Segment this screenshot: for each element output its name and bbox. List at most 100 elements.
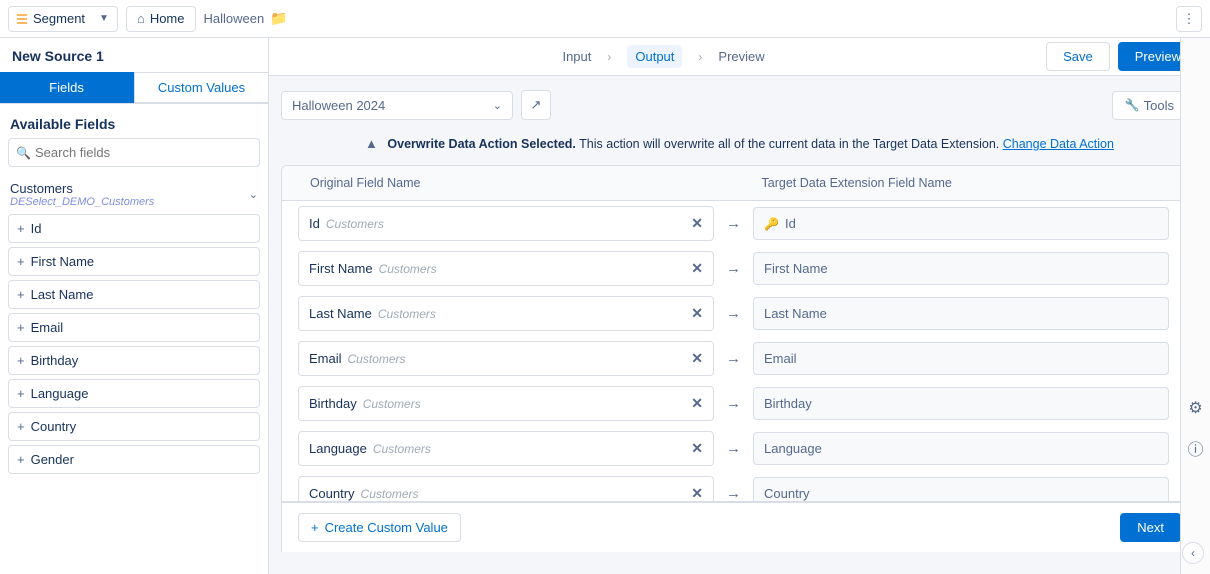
original-field-box[interactable]: IdCustomers✕ (298, 206, 714, 241)
table-row: BirthdayCustomers✕ → Birthday (282, 381, 1185, 426)
available-fields-header: Available Fields (0, 104, 268, 138)
info-icon[interactable]: ⓘ (1187, 436, 1203, 460)
field-item[interactable]: + Id (8, 214, 260, 243)
field-item[interactable]: + Last Name (8, 280, 260, 309)
more-menu-button[interactable]: ⋮ (1176, 6, 1202, 32)
table-row: Last NameCustomers✕→Last Name (282, 291, 1185, 336)
target-field-box[interactable]: 🔑Id (753, 207, 1169, 240)
field-item[interactable]: + Gender (8, 445, 260, 474)
original-field-box[interactable]: Last NameCustomers✕ (298, 296, 714, 331)
tab-fields[interactable]: Fields (0, 72, 134, 103)
plus-icon: + (17, 452, 25, 467)
field-item[interactable]: +First Name (8, 247, 260, 276)
field-label: Email (31, 320, 64, 335)
original-field-box[interactable]: First NameCustomers✕ (298, 251, 714, 286)
target-field-box[interactable]: First Name (753, 252, 1169, 285)
warning-icon: ▲ (365, 136, 378, 151)
field-source: Customers (373, 442, 431, 456)
target-field-name: Country (764, 486, 810, 501)
field-item[interactable]: + Email (8, 313, 260, 342)
chevron-right-icon: › (698, 50, 702, 64)
plus-icon: + (17, 221, 25, 236)
sidebar-tabs: Fields Custom Values (0, 72, 268, 104)
field-item[interactable]: + Birthday (8, 346, 260, 375)
create-custom-value-button[interactable]: + Create Custom Value (298, 513, 461, 542)
chevron-down-icon: ⌄ (249, 188, 258, 201)
folder-icon: 📁 (270, 10, 287, 27)
main-panel: Input › Output › Preview Save Preview Ha… (269, 38, 1210, 574)
field-list: +Id+First Name+Last Name+Email+Birthday+… (0, 208, 268, 484)
target-field-box[interactable]: Last Name (753, 297, 1169, 330)
original-field-box[interactable]: EmailCustomers✕ (298, 341, 714, 376)
arrow-right-icon: → (722, 485, 745, 501)
close-icon[interactable]: ✕ (691, 485, 703, 501)
tab-custom-values[interactable]: Custom Values (134, 72, 268, 103)
target-de-dropdown[interactable]: Halloween 2024 ⌄ (281, 91, 513, 120)
wrench-icon: 🔧 (1125, 98, 1140, 112)
home-icon: ⌂ (137, 11, 145, 26)
original-field-box[interactable]: CountryCustomers✕ (298, 476, 714, 501)
arrow-right-icon: → (722, 260, 745, 277)
original-field-box[interactable]: LanguageCustomers✕ (298, 431, 714, 466)
home-button[interactable]: ⌂ Home (126, 6, 196, 32)
field-name: Country (309, 486, 355, 501)
gear-icon[interactable]: ⚙ (1188, 398, 1202, 418)
chevron-down-icon: ▼ (99, 13, 109, 24)
step-input[interactable]: Input (562, 49, 591, 64)
notice-text: This action will overwrite all of the cu… (576, 137, 1003, 151)
table-row: CountryCustomers✕ → Country (282, 471, 1185, 501)
target-field-name: Email (764, 351, 797, 366)
field-label: Last Name (31, 287, 94, 302)
target-field-name: Language (764, 441, 822, 456)
breadcrumb-item[interactable]: Halloween (204, 11, 265, 26)
plus-icon: + (17, 320, 25, 335)
field-label: Id (31, 221, 42, 236)
target-field-box[interactable]: Birthday (753, 387, 1169, 420)
column-target: Target Data Extension Field Name (746, 176, 1198, 190)
close-icon[interactable]: ✕ (691, 305, 703, 322)
plus-icon: + (17, 287, 25, 302)
segment-icon (17, 14, 27, 24)
close-icon[interactable]: ✕ (691, 350, 703, 367)
step-output[interactable]: Output (627, 45, 682, 68)
chevron-left-icon: ‹ (1191, 546, 1195, 560)
change-data-action-link[interactable]: Change Data Action (1003, 137, 1114, 151)
table-footer: + Create Custom Value Next (281, 502, 1198, 552)
close-icon[interactable]: ✕ (691, 215, 703, 232)
segment-label: Segment (33, 11, 85, 26)
next-button[interactable]: Next (1120, 513, 1181, 542)
field-label: First Name (31, 254, 95, 269)
create-custom-label: Create Custom Value (325, 520, 448, 535)
arrow-right-icon: → (722, 440, 745, 457)
section-customers[interactable]: Customers DESelect_DEMO_Customers ⌄ (0, 177, 268, 208)
close-icon[interactable]: ✕ (691, 260, 703, 277)
home-label: Home (150, 11, 185, 26)
plus-icon: + (17, 353, 25, 368)
original-field-box[interactable]: BirthdayCustomers✕ (298, 386, 714, 421)
target-field-box[interactable]: Language (753, 432, 1169, 465)
plus-icon: + (17, 419, 25, 434)
search-input[interactable] (8, 138, 260, 167)
open-external-icon: ↗ (531, 97, 542, 113)
segment-dropdown[interactable]: Segment ▼ (8, 6, 118, 32)
target-field-name: Last Name (764, 306, 827, 321)
save-button[interactable]: Save (1046, 42, 1110, 71)
field-item[interactable]: +Language (8, 379, 260, 408)
field-item[interactable]: +Country (8, 412, 260, 441)
collapse-rail-button[interactable]: ‹ (1182, 542, 1204, 564)
close-icon[interactable]: ✕ (691, 395, 703, 412)
toolbar: Halloween 2024 ⌄ ↗ 🔧 Tools ▾ (269, 76, 1210, 128)
mapping-rows[interactable]: IdCustomers✕→🔑IdFirst NameCustomers✕→Fir… (282, 201, 1197, 501)
sidebar: New Source 1 Fields Custom Values Availa… (0, 38, 269, 574)
field-source: Customers (326, 217, 384, 231)
field-label: Gender (31, 452, 74, 467)
tools-label: Tools (1144, 98, 1174, 113)
top-bar: Segment ▼ ⌂ Home Halloween 📁 ⋮ (0, 0, 1210, 38)
open-external-button[interactable]: ↗ (521, 90, 551, 120)
step-preview[interactable]: Preview (718, 49, 764, 64)
arrow-right-icon: → (722, 395, 745, 412)
close-icon[interactable]: ✕ (691, 440, 703, 457)
field-label: Birthday (31, 353, 79, 368)
target-field-box[interactable]: Country (753, 477, 1169, 501)
target-field-box[interactable]: Email (753, 342, 1169, 375)
